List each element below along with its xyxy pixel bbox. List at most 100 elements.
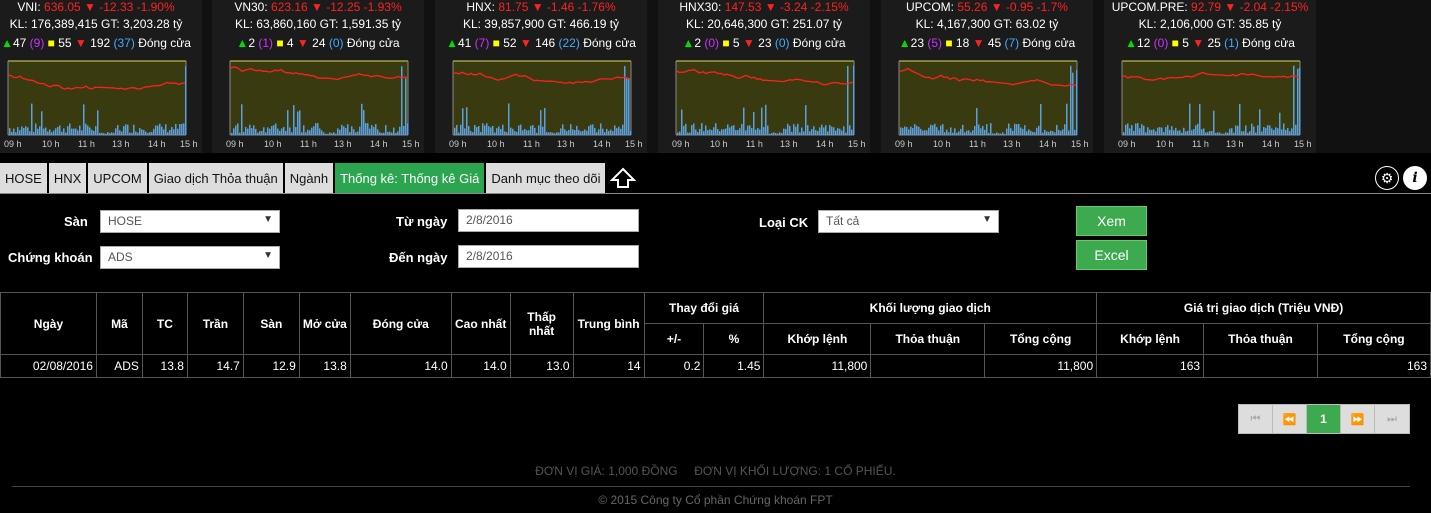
up-arrow-icon: ▲ (236, 36, 249, 50)
unchanged-count: 18 (952, 36, 973, 50)
info-icon[interactable]: i (1403, 166, 1427, 190)
tab-price-statistics[interactable]: Thống kê: Thống kê Giá (335, 163, 487, 193)
volume-bar (1219, 132, 1221, 135)
volume-bar (65, 132, 67, 135)
volume-bar (105, 133, 107, 135)
from-date-input[interactable]: 2/8/2016 (458, 209, 639, 232)
tab-negotiated-trades[interactable]: Giao dịch Thỏa thuận (148, 163, 285, 193)
square-icon: ■ (492, 36, 500, 50)
volume-bar (109, 133, 111, 135)
volume-bar (835, 130, 837, 135)
hour-tick-label: 10 h (1156, 139, 1174, 149)
tab-hose[interactable]: HOSE (0, 163, 49, 193)
volume-bar (247, 128, 249, 135)
volume-bar (259, 131, 261, 135)
volume-bar (809, 131, 811, 135)
volume-bar (279, 130, 281, 135)
volume-bar (1032, 131, 1034, 135)
volume-bar (127, 124, 129, 135)
volume-bar (520, 124, 522, 135)
volume-bar (1062, 129, 1064, 135)
volume-bar (803, 131, 805, 135)
market-status: Đóng cửa (1019, 36, 1076, 50)
index-panel-upcom-pre[interactable]: UPCOM.PRE: 92.79 ▼ -2.04 -2.15% KL: 2,106… (1104, 0, 1316, 153)
up-arrow-icon[interactable] (607, 163, 639, 193)
hour-tick-label: 11 h (969, 139, 986, 149)
volume-bar (365, 123, 367, 135)
cell-floor: 12.9 (242, 354, 300, 378)
volume-bar (745, 130, 747, 135)
volume-bar (962, 124, 964, 135)
volume-bar (1197, 123, 1199, 135)
volume-bar (534, 127, 536, 135)
volume-bar (117, 125, 119, 135)
volume-bar (990, 123, 992, 135)
volume-bar (45, 127, 47, 135)
tab-hnx[interactable]: HNX (48, 163, 89, 193)
volume-bar (55, 128, 57, 135)
index-panel-upcom[interactable]: UPCOM: 55.26 ▼ -0.95 -1.7% KL: 4,167,300 … (881, 0, 1093, 153)
hour-tick-label: 13 h (112, 139, 130, 149)
next-page-icon[interactable]: ⏩ (1341, 405, 1375, 433)
view-button[interactable]: Xem (1076, 206, 1147, 236)
volume-bar (321, 130, 323, 135)
volume-bar (922, 130, 924, 135)
excel-button[interactable]: Excel (1076, 240, 1147, 270)
volume-bar (502, 124, 504, 135)
volume-bar (994, 133, 996, 135)
index-panel-hnx30[interactable]: HNX30: 147.53 ▼ -3.24 -2.15% KL: 20,646,3… (658, 0, 870, 153)
volume-bar (683, 125, 685, 135)
volume-bar (1187, 130, 1189, 135)
first-page-icon[interactable]: ⏮ (1239, 405, 1273, 433)
index-panel-vni[interactable]: VNI: 636.05 ▼ -12.33 -1.90% KL: 176,389,4… (0, 0, 202, 153)
volume-bar (107, 132, 109, 135)
volume-bar (313, 126, 315, 135)
exchange-select[interactable]: HOSE ▼ (100, 210, 280, 233)
volume-bar (1193, 129, 1195, 135)
volume-bar (1068, 130, 1070, 135)
volume-bar (677, 132, 679, 135)
tab-upcom[interactable]: UPCOM (88, 163, 149, 193)
page-number-button[interactable]: 1 (1307, 405, 1341, 433)
volume-bar (570, 124, 572, 135)
volume-bar (944, 132, 946, 135)
volume-bar (169, 129, 171, 135)
tab-industry[interactable]: Ngành (284, 163, 336, 193)
volume-bar (155, 125, 157, 135)
square-icon: ■ (276, 36, 284, 50)
hour-tick-label: 14 h (370, 139, 388, 149)
volume-bar (239, 132, 241, 135)
volume-bar (952, 132, 954, 135)
volume-bar (253, 125, 255, 135)
gear-icon[interactable]: ⚙ (1375, 166, 1399, 190)
index-panel-vn30[interactable]: VN30: 623.16 ▼ -12.25 -1.93% KL: 63,860,1… (212, 0, 424, 153)
symbol-select[interactable]: ADS ▼ (100, 246, 280, 269)
hour-tick-label: 13 h (334, 139, 352, 149)
security-type-select[interactable]: Tất cả ▼ (818, 210, 999, 233)
header-change-group: Thay đổi giá (643, 292, 765, 324)
volume-bar (986, 124, 988, 135)
volume-bar (85, 123, 87, 135)
volume-bar (721, 129, 723, 135)
volume-bar (1044, 129, 1046, 135)
volume-bar (325, 133, 327, 135)
to-date-input[interactable]: 2/8/2016 (458, 245, 639, 268)
last-page-icon[interactable]: ⏭ (1375, 405, 1409, 433)
chevron-down-icon: ▼ (263, 214, 273, 225)
cell-ceil: 14.7 (186, 354, 244, 378)
prev-page-icon[interactable]: ⏪ (1273, 405, 1307, 433)
ceiling-count: (0) (1153, 36, 1172, 50)
index-panel-hnx[interactable]: HNX: 81.75 ▼ -1.46 -1.76% KL: 39,857,900 … (435, 0, 647, 153)
volume-bar (524, 128, 526, 135)
volume-bar (153, 128, 155, 135)
hour-tick-label: 13 h (557, 139, 575, 149)
volume-bar (731, 125, 733, 135)
volume-bar (715, 123, 717, 135)
tab-watchlist[interactable]: Danh mục theo dõi (486, 163, 608, 193)
volume-bar (1291, 128, 1293, 135)
volume-bar (103, 133, 105, 135)
volume-bar (11, 131, 13, 135)
volume-bar (143, 130, 145, 135)
volume-bar (1002, 132, 1004, 135)
header-volume-match: Khớp lệnh (763, 323, 872, 355)
